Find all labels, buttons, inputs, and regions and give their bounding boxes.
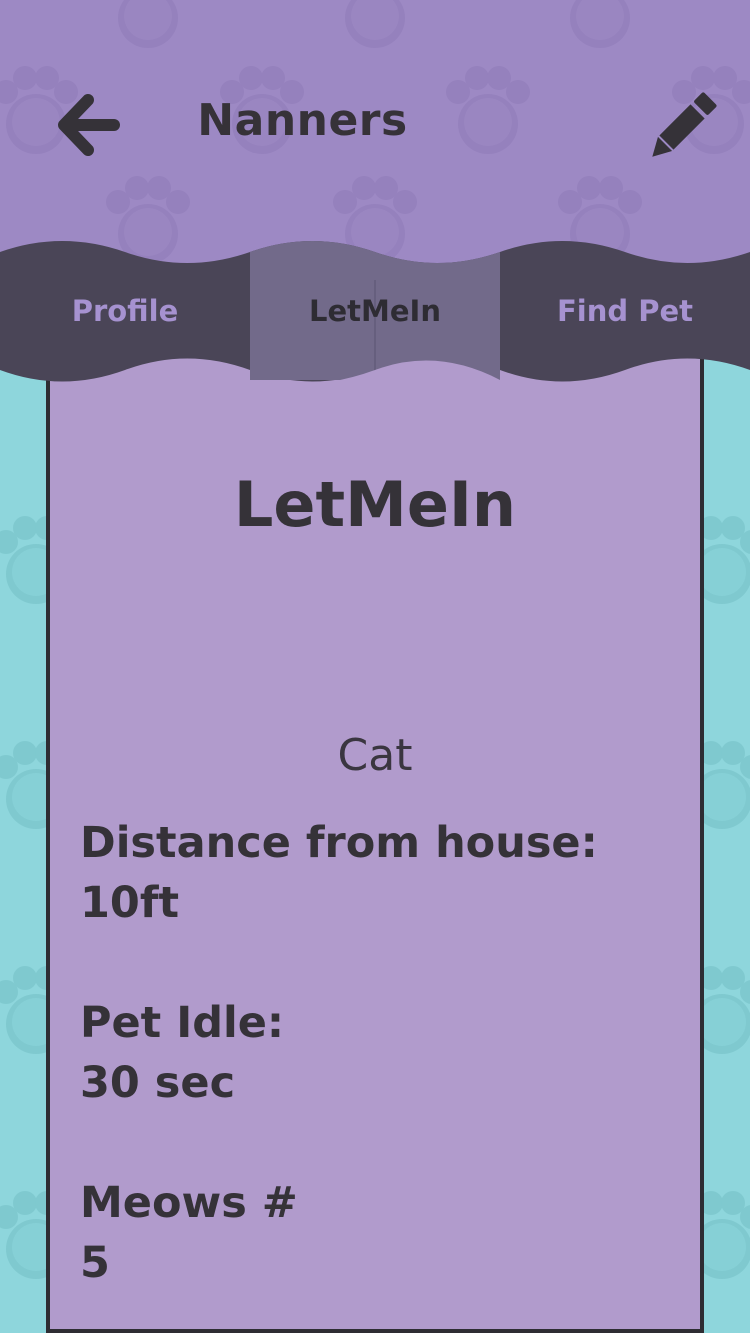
tab-profile[interactable]: Profile xyxy=(0,278,250,344)
letmein-card: LetMeIn Cat Distance from house: 10ft Pe… xyxy=(46,340,704,1333)
distance-label: Distance from house: xyxy=(80,818,598,868)
pet-name-title: Nanners xyxy=(197,95,408,146)
tab-find-pet[interactable]: Find Pet xyxy=(500,278,750,344)
arrow-left-icon xyxy=(58,94,120,156)
back-button[interactable] xyxy=(52,90,122,160)
pet-type-label: Cat xyxy=(337,730,413,781)
pencil-icon xyxy=(652,92,717,157)
meows-value: 5 xyxy=(80,1238,110,1288)
meows-label: Meows # xyxy=(80,1178,298,1228)
distance-value: 10ft xyxy=(80,878,180,928)
card-title: LetMeIn xyxy=(233,468,517,541)
edit-button[interactable] xyxy=(643,88,721,166)
pet-idle-label: Pet Idle: xyxy=(80,998,285,1048)
app-header: Nanners xyxy=(0,0,750,280)
pet-idle-value: 30 sec xyxy=(80,1058,236,1108)
tab-letmein[interactable]: LetMeIn xyxy=(250,278,500,344)
